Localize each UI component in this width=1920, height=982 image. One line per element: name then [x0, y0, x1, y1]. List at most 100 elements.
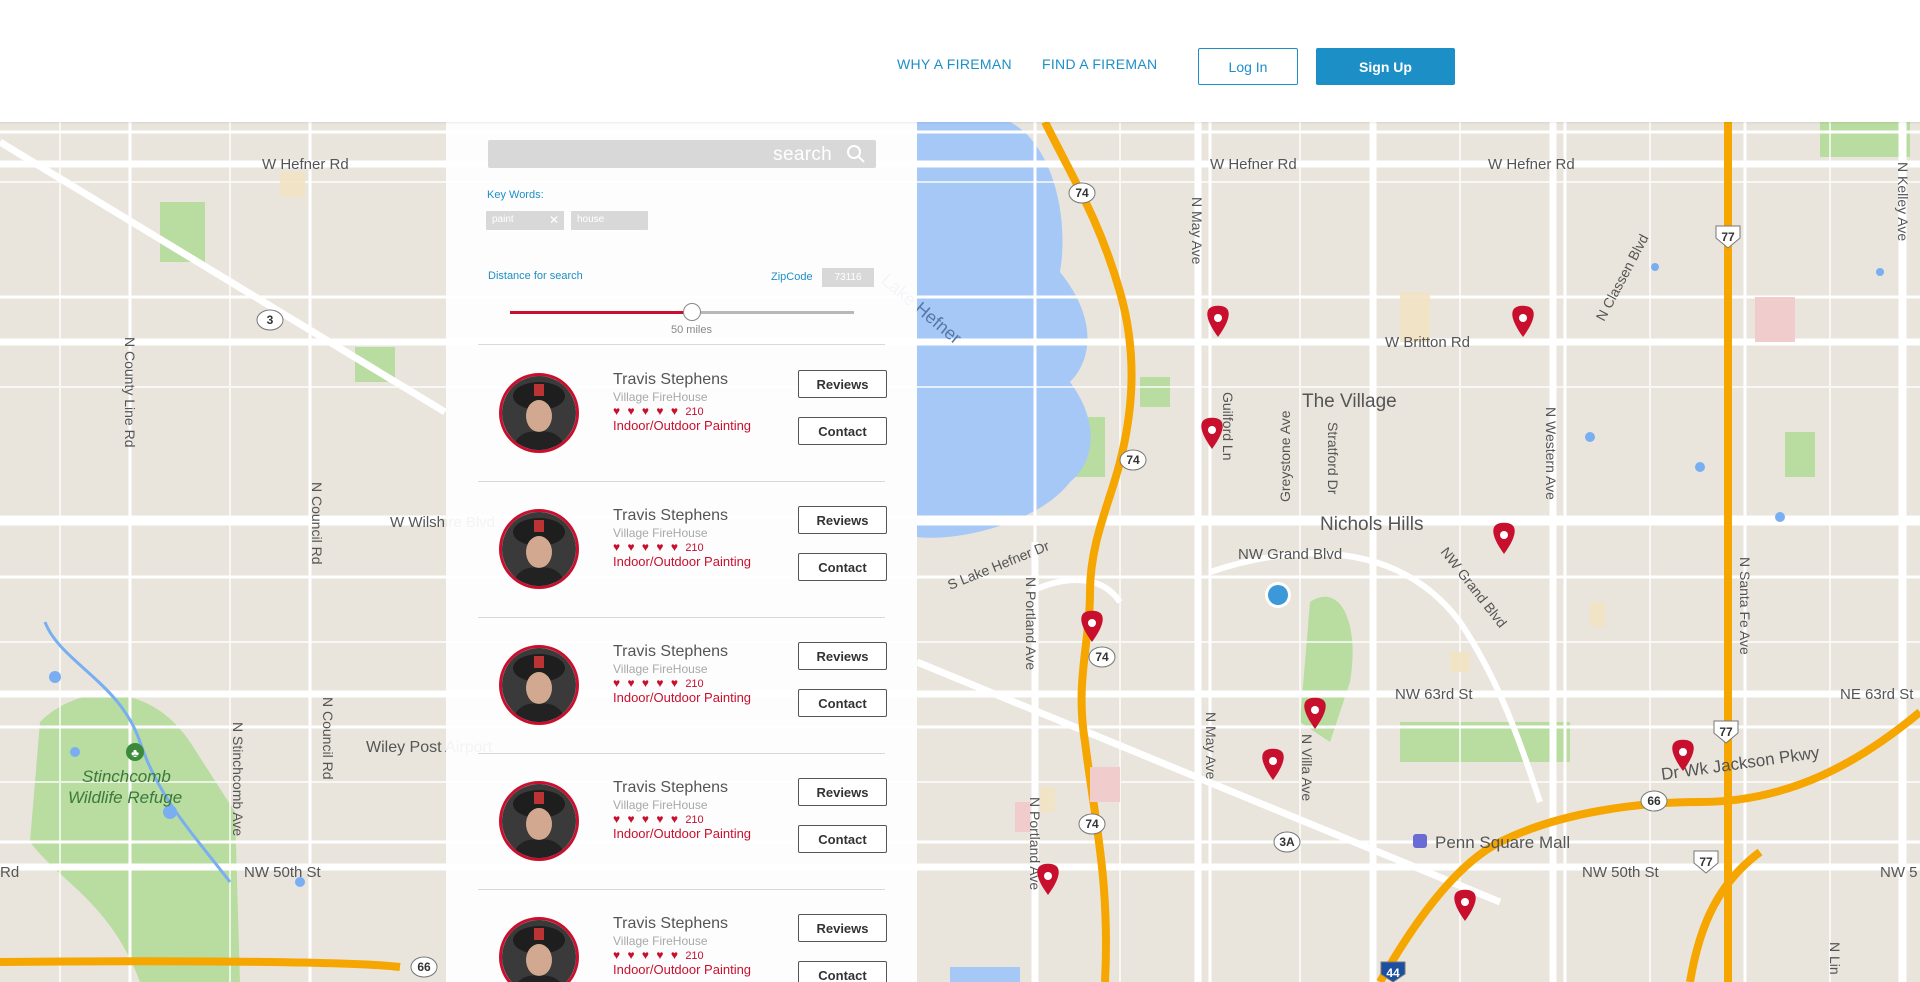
street-label-nw-grand-blvd: NW Grand Blvd	[1238, 546, 1342, 563]
reviews-button[interactable]: Reviews	[798, 506, 887, 534]
rating-count: 210	[685, 814, 704, 826]
svg-text:77: 77	[1699, 855, 1713, 869]
rating-count: 210	[685, 950, 704, 962]
heart-rating: ♥ ♥ ♥ ♥ ♥ 210	[613, 948, 704, 962]
highway-shield-66-b: 66	[410, 956, 438, 978]
zipcode-label: ZipCode	[771, 271, 813, 283]
nav-link-why-a-fireman[interactable]: WHY A FIREMAN	[897, 56, 1012, 72]
heart-icons: ♥ ♥ ♥ ♥ ♥	[613, 676, 680, 690]
contact-button[interactable]: Contact	[798, 825, 887, 853]
tree-icon-glyph: ♣	[131, 746, 139, 760]
fireman-photo	[502, 376, 576, 450]
heart-icons: ♥ ♥ ♥ ♥ ♥	[613, 540, 680, 554]
street-label-n-stinchcomb: N Stinchcomb Ave	[230, 722, 246, 836]
street-label-w-hefner-center: W Hefner Rd	[1210, 156, 1297, 173]
rating-count: 210	[685, 678, 704, 690]
service-type: Indoor/Outdoor Painting	[613, 826, 752, 841]
reviews-button[interactable]: Reviews	[798, 642, 887, 670]
svg-text:3: 3	[267, 313, 274, 327]
service-type: Indoor/Outdoor Painting	[613, 690, 752, 705]
street-label-nw-5: NW 5	[1880, 864, 1918, 881]
street-label-n-western-ave: N Western Ave	[1543, 407, 1559, 500]
place-label-nichols-hills: Nichols Hills	[1320, 514, 1423, 535]
map-view[interactable]: 74 74 74 74 77 77 77 66 66 3 3A 44 W Hef…	[0, 122, 1920, 982]
fireman-photo	[502, 648, 576, 722]
fire-station-name: Village FireHouse	[613, 526, 708, 540]
distance-slider-fill	[510, 311, 693, 314]
svg-text:Penn Square Mall: Penn Square Mall	[1435, 833, 1570, 852]
place-label-the-village: The Village	[1302, 391, 1397, 412]
street-label-w-britton: W Britton Rd	[1385, 334, 1470, 351]
distance-slider-track[interactable]	[510, 311, 854, 314]
fireman-name[interactable]: Travis Stephens	[613, 779, 728, 797]
distance-value: 50 miles	[671, 324, 712, 336]
search-icon[interactable]	[846, 144, 866, 164]
street-label-n-santa-fe-ave: N Santa Fe Ave	[1737, 557, 1753, 655]
fireman-name[interactable]: Travis Stephens	[613, 507, 728, 525]
highway-shield-74-a: 74	[1068, 182, 1096, 204]
fireman-photo	[502, 784, 576, 858]
rating-count: 210	[685, 406, 704, 418]
result-card: Travis Stephens Village FireHouse ♥ ♥ ♥ …	[446, 889, 917, 982]
fireman-avatar[interactable]	[499, 781, 579, 861]
street-label-nw-63rd: NW 63rd St	[1395, 686, 1473, 703]
highway-shield-3a: 3A	[1273, 831, 1301, 853]
street-label-n-county-line: N County Line Rd	[122, 337, 138, 448]
nav-link-find-a-fireman[interactable]: FIND A FIREMAN	[1042, 56, 1157, 72]
street-label-n-may-ave-2: N May Ave	[1203, 712, 1219, 780]
svg-text:66: 66	[417, 960, 431, 974]
top-navigation-bar: WHY A FIREMAN FIND A FIREMAN Log In Sign…	[0, 0, 1920, 122]
distance-slider-thumb[interactable]	[683, 303, 702, 321]
sign-up-button[interactable]: Sign Up	[1316, 48, 1455, 85]
street-label-n-villa-ave: N Villa Ave	[1299, 734, 1315, 801]
street-label-n-portland-ave: N Portland Ave	[1023, 577, 1039, 670]
heart-rating: ♥ ♥ ♥ ♥ ♥ 210	[613, 540, 704, 554]
fireman-name[interactable]: Travis Stephens	[613, 371, 728, 389]
street-label-rd-left: Rd	[0, 864, 19, 881]
close-icon[interactable]: ✕	[549, 213, 559, 227]
current-location-icon	[1268, 585, 1288, 605]
contact-button[interactable]: Contact	[798, 689, 887, 717]
log-in-button[interactable]: Log In	[1198, 48, 1298, 85]
street-label-n-council-rd-2: N Council Rd	[320, 697, 336, 779]
distance-label: Distance for search	[488, 270, 583, 282]
contact-button[interactable]: Contact	[798, 553, 887, 581]
fireman-avatar[interactable]	[499, 373, 579, 453]
svg-text:74: 74	[1085, 817, 1099, 831]
fire-station-name: Village FireHouse	[613, 390, 708, 404]
highway-shield-66-a: 66	[1640, 790, 1668, 812]
rating-count: 210	[685, 542, 704, 554]
service-type: Indoor/Outdoor Painting	[613, 962, 752, 977]
heart-icons: ♥ ♥ ♥ ♥ ♥	[613, 404, 680, 418]
reviews-button[interactable]: Reviews	[798, 914, 887, 942]
highway-shield-74-d: 74	[1078, 813, 1106, 835]
keyword-chip-paint: paint ✕	[486, 211, 564, 230]
fireman-avatar[interactable]	[499, 917, 579, 982]
svg-text:74: 74	[1095, 650, 1109, 664]
search-placeholder: search	[773, 144, 832, 165]
contact-button[interactable]: Contact	[798, 417, 887, 445]
result-card: Travis Stephens Village FireHouse ♥ ♥ ♥ …	[446, 345, 917, 481]
place-label-stinchcomb: Stinchcomb	[82, 767, 171, 786]
reviews-button[interactable]: Reviews	[798, 370, 887, 398]
fireman-avatar[interactable]	[499, 645, 579, 725]
keyword-chip-house: house	[571, 211, 648, 230]
street-label-stratford-dr: Stratford Dr	[1325, 422, 1341, 495]
zipcode-field[interactable]: 73116	[822, 268, 874, 287]
keyword-chip-label: paint	[492, 214, 514, 225]
place-label-penn-square-mall: Penn Square Mall	[1413, 833, 1570, 852]
contact-button[interactable]: Contact	[798, 961, 887, 982]
street-label-nw-50th-left: NW 50th St	[244, 864, 322, 881]
street-label-w-hefner-left: W Hefner Rd	[262, 156, 349, 173]
svg-text:77: 77	[1721, 230, 1735, 244]
reviews-button[interactable]: Reviews	[798, 778, 887, 806]
fireman-name[interactable]: Travis Stephens	[613, 643, 728, 661]
result-card: Travis Stephens Village FireHouse ♥ ♥ ♥ …	[446, 617, 917, 753]
svg-text:74: 74	[1075, 186, 1089, 200]
search-input[interactable]: search	[488, 140, 876, 168]
service-type: Indoor/Outdoor Painting	[613, 554, 752, 569]
heart-rating: ♥ ♥ ♥ ♥ ♥ 210	[613, 676, 704, 690]
fireman-avatar[interactable]	[499, 509, 579, 589]
fireman-name[interactable]: Travis Stephens	[613, 915, 728, 933]
svg-text:77: 77	[1719, 725, 1733, 739]
